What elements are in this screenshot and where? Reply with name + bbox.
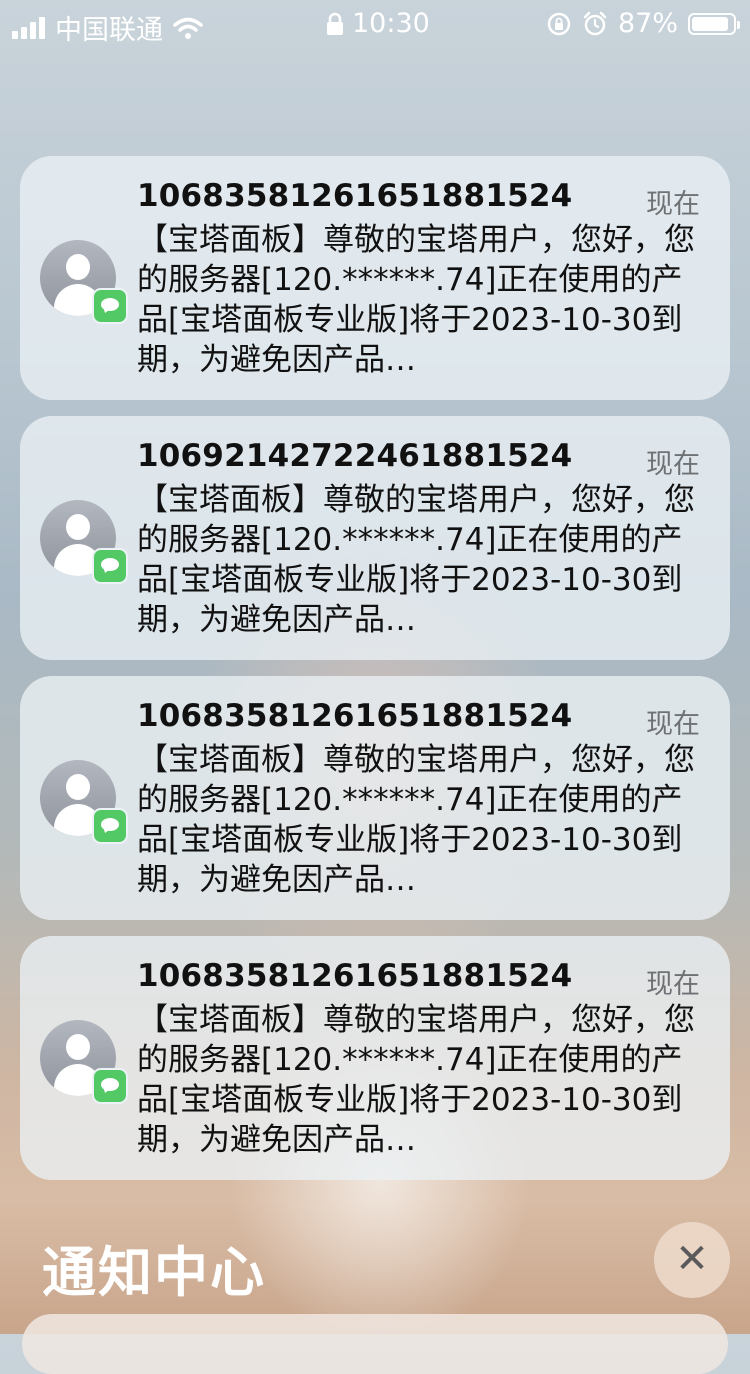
notification-time: 现在: [646, 189, 700, 220]
battery-icon: [688, 12, 740, 35]
notification-card[interactable]: 10683581261651881524 现在 【宝塔面板】尊敬的宝塔用户，您好…: [20, 936, 730, 1180]
notification-sender: 1068358126165188152​4: [137, 178, 573, 214]
notification-body: 【宝塔面板】尊敬的宝塔用户，您好，您的服务器[120.******.74]正在使…: [137, 222, 695, 378]
messages-app-icon: [92, 808, 128, 844]
clear-notifications-button[interactable]: ✕: [654, 1222, 730, 1298]
orientation-lock-icon: [547, 12, 571, 35]
messages-app-icon: [92, 1068, 128, 1104]
notification-time: 现在: [646, 709, 700, 740]
notification-center-title: 通知中心: [42, 1241, 266, 1304]
status-center: 10:30: [326, 8, 430, 39]
wifi-icon: [173, 17, 203, 39]
notification-card[interactable]: 10692142722461881524 现在 【宝塔面板】尊敬的宝塔用户，您好…: [20, 416, 730, 660]
status-right: 87%: [546, 8, 740, 39]
notification-sender: 10683581261651881524: [137, 958, 573, 994]
status-left: 中国联通: [12, 8, 203, 47]
notification-card[interactable]: 1068358126165188152​4 现在 【宝塔面板】尊敬的宝塔用户，您…: [20, 156, 730, 400]
notification-time: 现在: [646, 449, 700, 480]
notification-sender: 10683581261651881524: [137, 698, 573, 734]
status-time: 10:30: [352, 8, 430, 39]
close-icon: ✕: [675, 1236, 709, 1282]
notification-body: 【宝塔面板】尊敬的宝塔用户，您好，您的服务器[120.******.74]正在使…: [137, 482, 695, 638]
notification-card[interactable]: 10683581261651881524 现在 【宝塔面板】尊敬的宝塔用户，您好…: [20, 676, 730, 920]
notification-card-peek[interactable]: [22, 1314, 728, 1374]
notification-body: 【宝塔面板】尊敬的宝塔用户，您好，您的服务器[120.******.74]正在使…: [137, 742, 695, 898]
status-bar: 中国联通 10:30 87%: [0, 0, 750, 48]
notification-body: 【宝塔面板】尊敬的宝塔用户，您好，您的服务器[120.******.74]正在使…: [137, 1002, 695, 1158]
lock-icon: [327, 12, 343, 35]
alarm-icon: [583, 11, 607, 35]
notification-time: 现在: [646, 969, 700, 1000]
battery-percent: 87%: [617, 8, 678, 39]
carrier-label: 中国联通: [55, 15, 163, 46]
messages-app-icon: [92, 548, 128, 584]
notification-sender: 10692142722461881524: [137, 438, 573, 474]
messages-app-icon: [92, 288, 128, 324]
signal-bars-icon: [12, 16, 45, 39]
